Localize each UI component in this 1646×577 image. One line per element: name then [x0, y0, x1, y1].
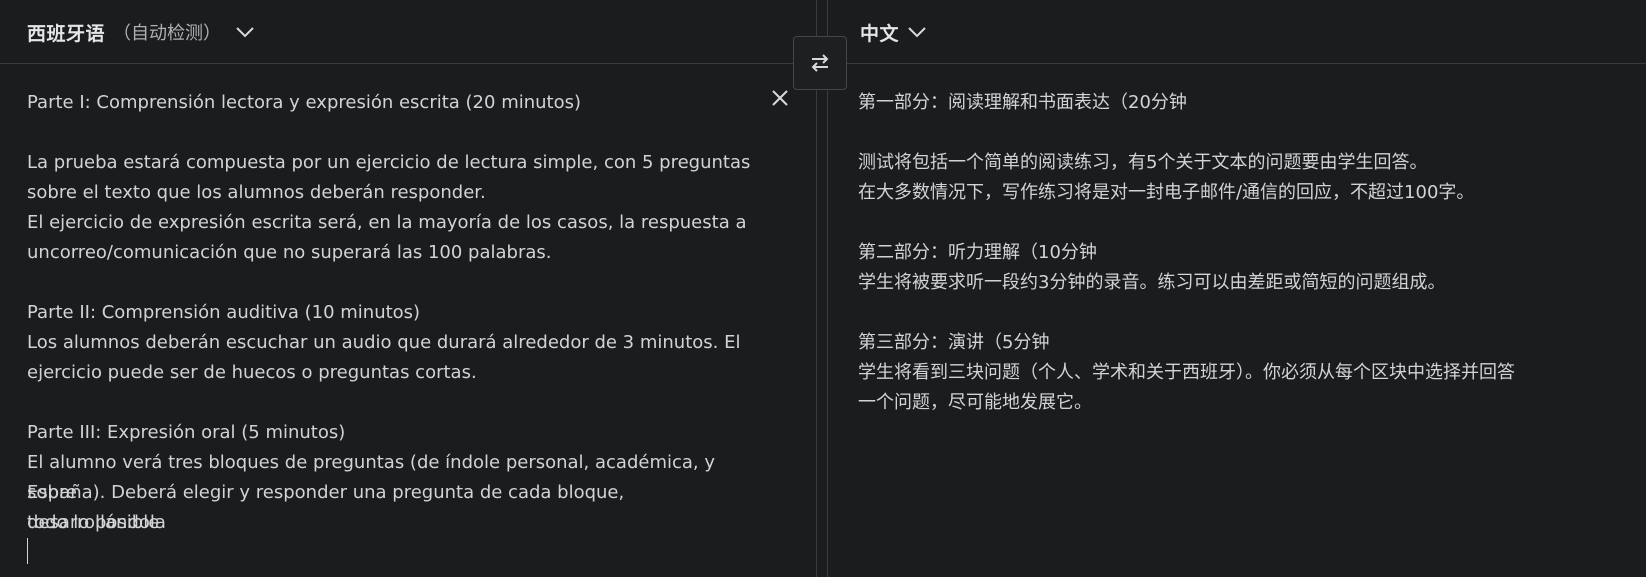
- translation-text-line: 测试将包括一个简单的阅读练习，有5个关于文本的问题要由学生回答。: [858, 152, 1428, 173]
- target-language-label: 中文: [860, 22, 900, 45]
- translation-text-line: [858, 208, 1618, 238]
- source-text-line: Parte II: Comprensión auditiva (10 minut…: [27, 302, 421, 323]
- source-text-line: Parte I: Comprensión lectora y expresión…: [27, 92, 582, 113]
- swap-languages-button[interactable]: [793, 36, 847, 90]
- chevron-down-icon: [908, 27, 926, 38]
- target-header: 中文: [828, 0, 1646, 64]
- translation-text-line: 学生将看到三块问题（个人、学术和关于西班牙）。你必须从每个区块中选择并回答: [858, 362, 1515, 383]
- source-text-line: España). Deberá elegir y responder una p…: [27, 482, 630, 533]
- translation-text-line: 在大多数情况下，写作练习将是对一封电子邮件/通信的回应，不超过100字。: [858, 182, 1475, 203]
- source-text-line: La prueba estará compuesta por un ejerci…: [27, 152, 751, 173]
- source-text-line: [27, 388, 767, 418]
- source-pane: 西班牙语 （自动检测） Parte I: Comprensión lectora…: [0, 0, 816, 577]
- source-text-line: todo lo posible: [27, 512, 160, 533]
- translation-output: 第一部分：阅读理解和书面表达（20分钟测试将包括一个简单的阅读练习，有5个关于文…: [858, 88, 1618, 418]
- source-text-line: El alumno verá tres bloques de preguntas…: [27, 452, 721, 503]
- chevron-down-icon: [236, 27, 254, 38]
- source-text-line: sobre el texto que los alumnos deberán r…: [27, 182, 486, 203]
- source-language-selector[interactable]: 西班牙语 （自动检测）: [27, 18, 255, 46]
- translation-text-line: [858, 298, 1618, 328]
- source-text-line: [27, 118, 767, 148]
- close-icon: [772, 90, 788, 106]
- source-text-line: El ejercicio de expresión escrita será, …: [27, 212, 747, 233]
- source-text-line: [27, 268, 767, 298]
- auto-detect-label: （自动检测）: [113, 23, 222, 44]
- source-text-line: Los alumnos deberán escuchar un audio qu…: [27, 332, 741, 353]
- translation-text-line: [858, 118, 1618, 148]
- target-language-selector[interactable]: 中文: [860, 18, 927, 46]
- translation-text-line: 第三部分：演讲（5分钟: [858, 332, 1050, 353]
- text-cursor: [27, 538, 28, 564]
- translation-text-line: 第二部分：听力理解（10分钟: [858, 242, 1097, 263]
- translation-text-line: 学生将被要求听一段约3分钟的录音。练习可以由差距或简短的问题组成。: [858, 272, 1446, 293]
- source-text-line: Parte III: Expresión oral (5 minutos): [27, 422, 346, 443]
- swap-arrows-icon: [811, 54, 829, 72]
- source-language-label: 西班牙语: [27, 22, 106, 45]
- source-text-input[interactable]: Parte I: Comprensión lectora y expresión…: [27, 88, 767, 538]
- clear-text-button[interactable]: [768, 86, 792, 110]
- source-header: 西班牙语 （自动检测）: [0, 0, 816, 64]
- translation-text-line: 一个问题，尽可能地发展它。: [858, 392, 1092, 413]
- source-text-line: uncorreo/comunicación que no superará la…: [27, 242, 552, 263]
- target-pane: 中文 第一部分：阅读理解和书面表达（20分钟测试将包括一个简单的阅读练习，有5个…: [828, 0, 1646, 577]
- translation-text-line: 第一部分：阅读理解和书面表达（20分钟: [858, 92, 1187, 113]
- source-text-line: ejercicio puede ser de huecos o pregunta…: [27, 362, 477, 383]
